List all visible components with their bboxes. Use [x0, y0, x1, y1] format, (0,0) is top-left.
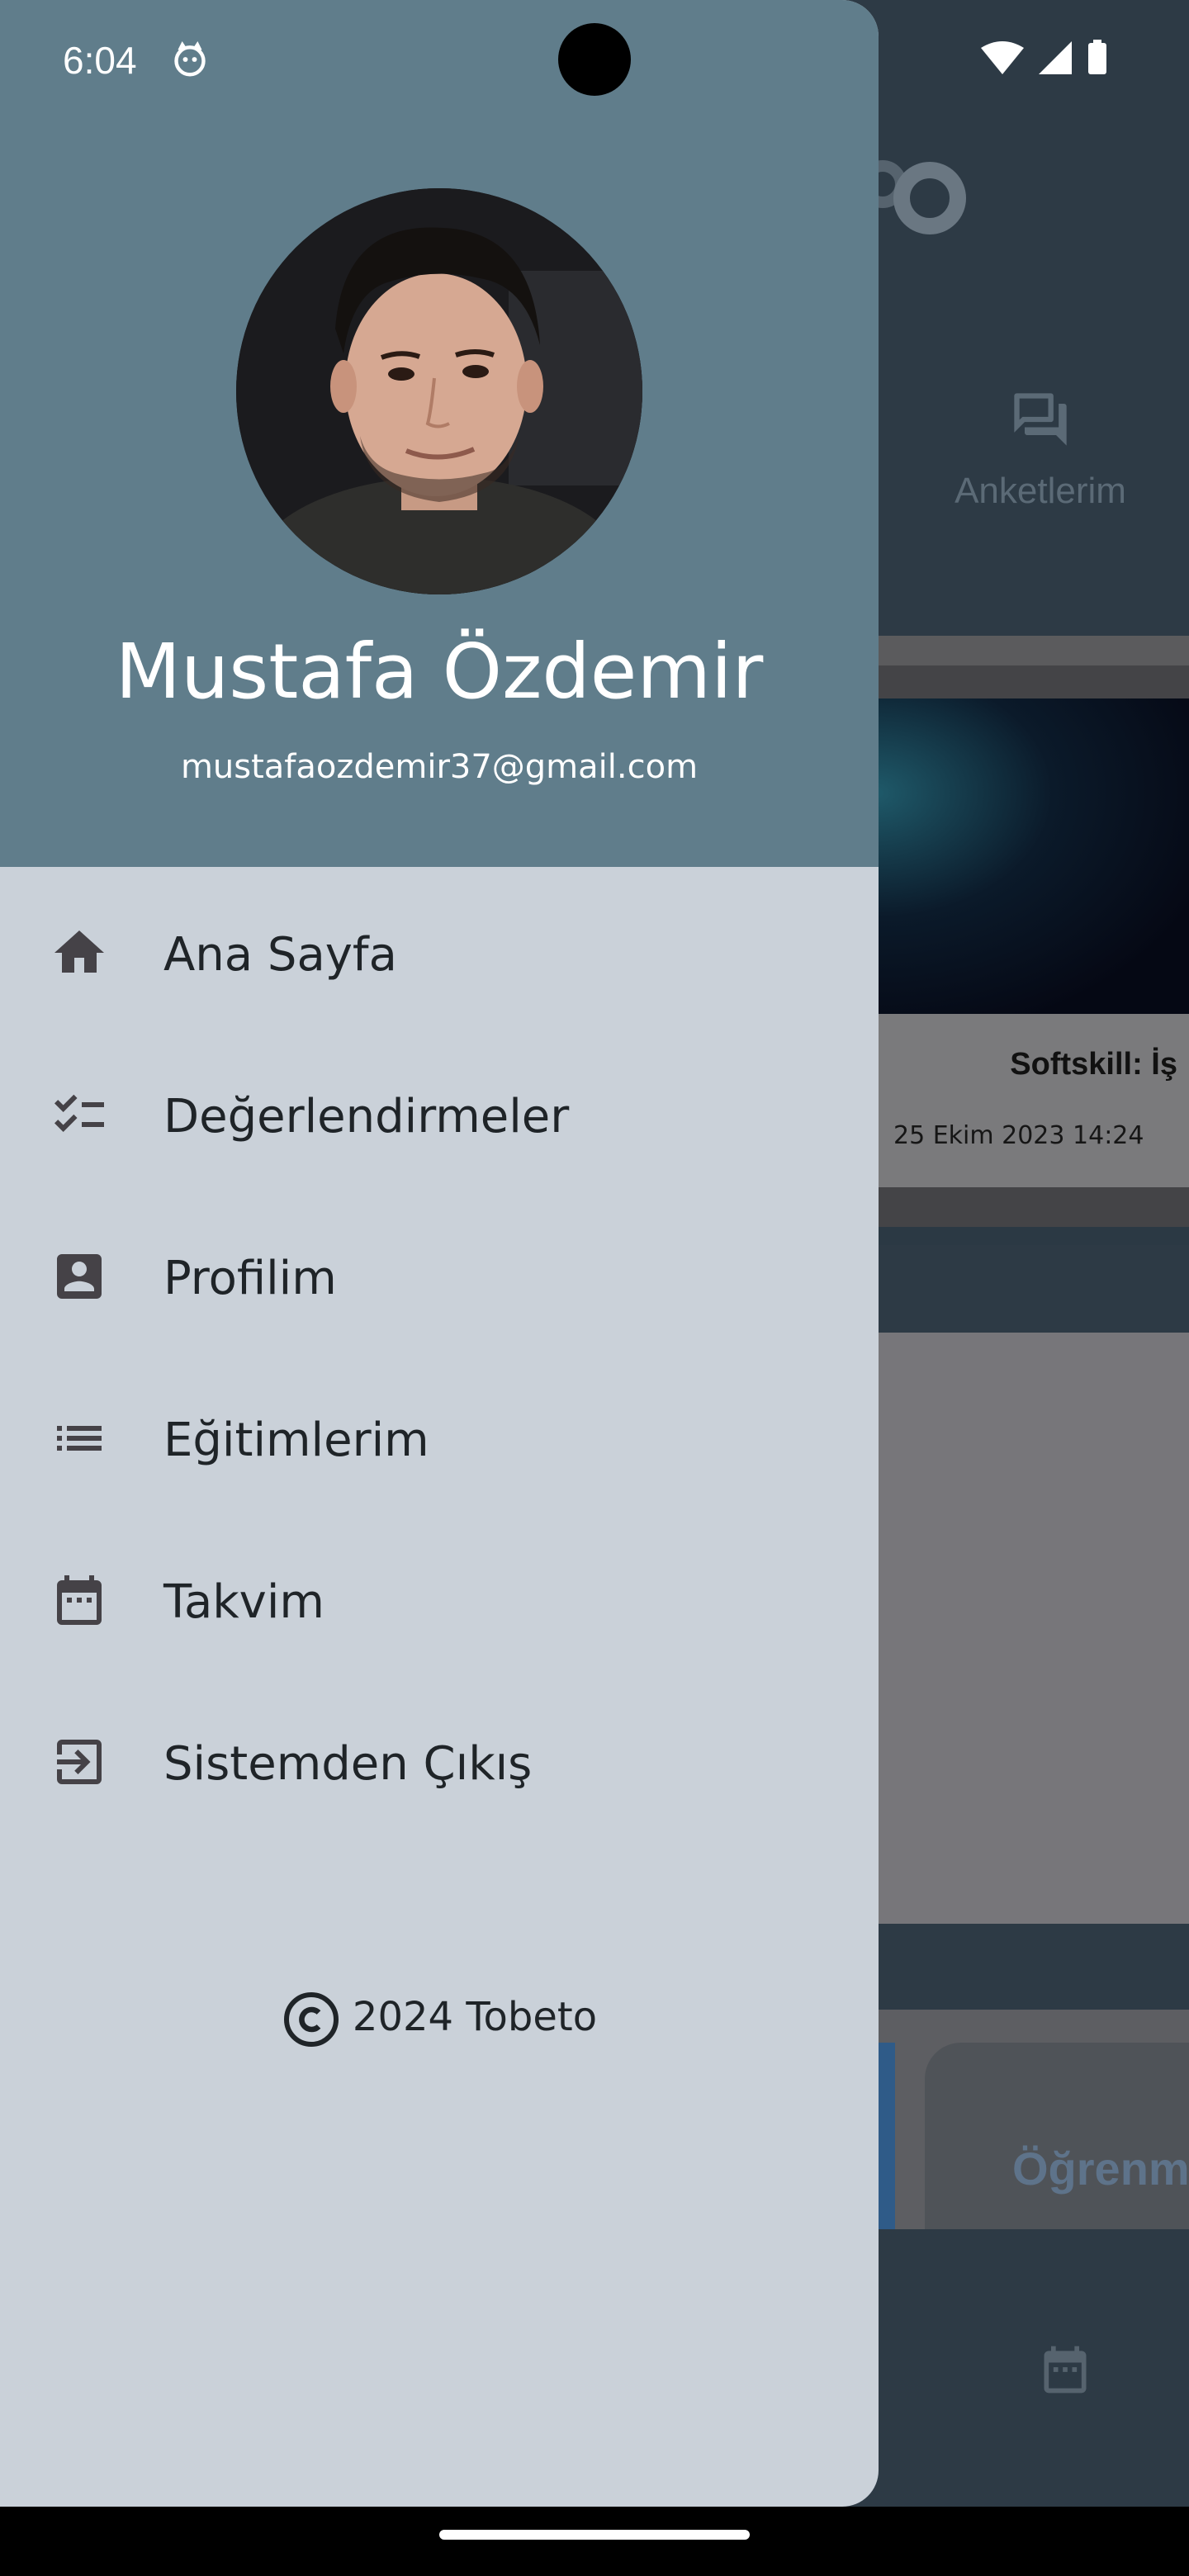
background-tile-text: Öğrenm	[1012, 2143, 1189, 2195]
background-tile[interactable]: Öğrenm	[925, 2043, 1189, 2229]
status-icons	[981, 40, 1106, 74]
app-notification-icon	[174, 41, 206, 77]
menu-item-profilim[interactable]: Profilim	[0, 1196, 879, 1357]
background-surveys-tab[interactable]: Anketlerim	[941, 388, 1139, 512]
wifi-icon	[981, 41, 1024, 74]
avatar[interactable]	[236, 188, 642, 594]
copyright: 2024 Tobeto	[0, 1990, 879, 2049]
menu-item-sistemden-cikis[interactable]: Sistemden Çıkış	[0, 1681, 879, 1843]
calendar-icon[interactable]	[1037, 2338, 1093, 2401]
menu-item-label: Ana Sayfa	[163, 928, 397, 982]
user-email: mustafaozdemir37@gmail.com	[180, 748, 699, 786]
background-card-image	[875, 698, 1189, 1014]
menu-item-label: Takvim	[163, 1575, 324, 1629]
copyright-icon	[283, 1992, 339, 2047]
menu-item-label: Profilim	[163, 1252, 337, 1305]
calendar-icon	[57, 1575, 102, 1625]
home-icon	[54, 930, 104, 973]
background-card-title: Softskill: İş	[1010, 1047, 1177, 1082]
background-surveys-label: Anketlerim	[955, 471, 1126, 511]
battery-icon	[1088, 43, 1106, 74]
user-name: Mustafa Özdemir	[115, 627, 764, 716]
menu-item-label: Eğitimlerim	[163, 1413, 429, 1467]
logout-icon	[57, 1740, 102, 1784]
background-card-info[interactable]: Softskill: İş 25 Ekim 2023 14:24	[875, 1014, 1189, 1187]
checklist-icon	[54, 1094, 104, 1132]
drawer-header: 6:04 Mustafa Özdemir mustafaozdemir37@gm…	[0, 0, 879, 867]
menu-item-egitimlerim[interactable]: Eğitimlerim	[0, 1357, 879, 1519]
menu-item-label: Sistemden Çıkış	[163, 1737, 533, 1791]
navigation-drawer: 6:04 Mustafa Özdemir mustafaozdemir37@gm…	[0, 0, 879, 2507]
menu-item-ana-sayfa[interactable]: Ana Sayfa	[0, 872, 879, 1034]
signal-icon	[1039, 41, 1072, 74]
menu-item-takvim[interactable]: Takvim	[0, 1519, 879, 1681]
list-icon	[57, 1426, 102, 1451]
system-navigation-bar	[0, 2507, 1189, 2576]
menu-item-label: Değerlendirmeler	[163, 1090, 570, 1144]
profile-icon	[57, 1254, 102, 1299]
background-logo	[893, 162, 966, 234]
camera-cutout	[558, 23, 631, 96]
background-card-date: 25 Ekim 2023 14:24	[893, 1121, 1144, 1150]
profile-photo	[236, 188, 642, 594]
forum-icon	[1014, 393, 1067, 446]
copyright-text: 2024 Tobeto	[352, 1994, 598, 2040]
menu-item-degerlendirmeler[interactable]: Değerlendirmeler	[0, 1034, 879, 1196]
status-time: 6:04	[63, 39, 137, 82]
home-gesture-handle[interactable]	[439, 2530, 750, 2540]
